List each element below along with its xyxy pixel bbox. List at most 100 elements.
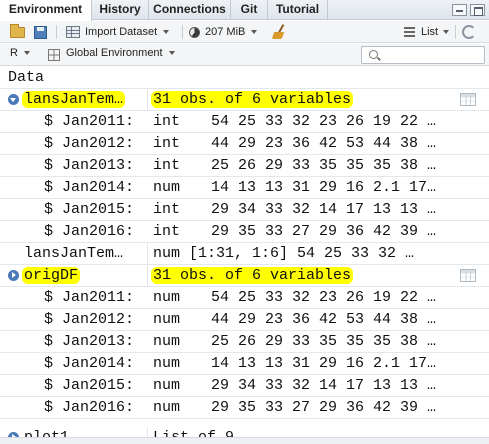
view-data-grid-icon[interactable] xyxy=(460,269,476,282)
import-dataset-button[interactable]: Import Dataset xyxy=(85,21,170,43)
chevron-down-icon xyxy=(23,51,30,55)
horizontal-scrollbar[interactable] xyxy=(0,437,489,444)
memory-usage-icon xyxy=(189,27,200,38)
memory-usage-label: 207 MiB xyxy=(205,26,246,38)
variable-values: 44 29 23 36 42 53 44 38 … xyxy=(211,311,437,328)
open-workspace-icon[interactable] xyxy=(10,24,25,38)
variable-name: $ Jan2014: xyxy=(44,355,135,372)
object-summary-text: 31 obs. of 6 variables xyxy=(151,91,354,108)
variable-row: $ Jan2011: int 54 25 33 32 23 26 19 22 … xyxy=(0,111,489,133)
column-divider xyxy=(147,243,148,265)
variable-row: $ Jan2014: num 14 13 13 31 29 16 2.1 17… xyxy=(0,177,489,199)
variable-type: num xyxy=(153,289,181,306)
chevron-down-icon xyxy=(251,30,258,34)
tab-environment[interactable]: Environment xyxy=(0,0,92,21)
memory-usage-button[interactable]: 207 MiB xyxy=(205,21,258,43)
variable-values: 25 26 29 33 35 35 35 38 … xyxy=(211,157,437,174)
pane-tab-bar: Environment History Connections Git Tuto… xyxy=(0,0,489,21)
column-divider xyxy=(147,265,148,287)
environment-selector-bar: R Global Environment xyxy=(0,44,489,66)
variable-values: 54 25 33 32 23 26 19 22 … xyxy=(211,113,437,130)
maximize-pane-icon[interactable] xyxy=(470,4,485,16)
clear-workspace-broom-icon[interactable] xyxy=(272,24,288,41)
environment-search[interactable] xyxy=(361,46,485,64)
variable-type: num xyxy=(153,355,181,372)
variable-row: $ Jan2016: num 29 35 33 27 29 36 42 39 … xyxy=(0,397,489,419)
save-workspace-icon[interactable] xyxy=(34,26,47,39)
tab-connections[interactable]: Connections xyxy=(149,0,231,20)
collapse-arrow-icon[interactable] xyxy=(8,94,19,105)
object-row-origdf[interactable]: origDF 31 obs. of 6 variables xyxy=(0,265,489,287)
variable-row: $ Jan2012: num 44 29 23 36 42 53 44 38 … xyxy=(0,309,489,331)
object-summary: num [1:31, 1:6] 54 25 33 32 … xyxy=(153,245,415,262)
variable-name: $ Jan2013: xyxy=(44,157,135,174)
object-summary: 31 obs. of 6 variables xyxy=(151,89,354,111)
variable-type: int xyxy=(153,135,181,152)
environment-label: Global Environment xyxy=(66,47,163,59)
section-header-data: Data xyxy=(0,67,489,89)
search-input[interactable] xyxy=(382,48,480,62)
variable-row: $ Jan2015: num 29 34 33 32 14 17 13 13 … xyxy=(0,375,489,397)
variable-type: num xyxy=(153,333,181,350)
chevron-down-icon xyxy=(443,30,450,34)
variable-row: $ Jan2014: num 14 13 13 31 29 16 2.1 17… xyxy=(0,353,489,375)
variable-row: $ Jan2012: int 44 29 23 36 42 53 44 38 … xyxy=(0,133,489,155)
view-mode-label: List xyxy=(421,26,439,38)
object-name: origDF xyxy=(22,265,81,287)
environment-dropdown[interactable]: Global Environment xyxy=(66,47,175,59)
object-name: lansJanTem… xyxy=(24,245,124,262)
variable-type: int xyxy=(153,223,181,240)
variable-name: $ Jan2015: xyxy=(44,201,135,218)
variable-values: 14 13 13 31 29 16 2.1 17… xyxy=(211,179,437,196)
toolbar-divider xyxy=(56,25,57,39)
variable-values: 25 26 29 33 35 35 35 38 … xyxy=(211,333,437,350)
tab-tutorial[interactable]: Tutorial xyxy=(268,0,328,20)
variable-type: num xyxy=(153,377,181,394)
variable-values: 54 25 33 32 23 26 19 22 … xyxy=(211,289,437,306)
language-dropdown[interactable]: R xyxy=(10,47,30,59)
variable-row: $ Jan2015: int 29 34 33 32 14 17 13 13 … xyxy=(0,199,489,221)
object-summary-text: 31 obs. of 6 variables xyxy=(151,267,354,284)
import-dataset-icon xyxy=(66,26,80,38)
tab-git[interactable]: Git xyxy=(231,0,268,20)
variable-type: num xyxy=(153,179,181,196)
variable-row: $ Jan2013: int 25 26 29 33 35 35 35 38 … xyxy=(0,155,489,177)
variable-type: int xyxy=(153,201,181,218)
list-view-icon xyxy=(404,27,415,37)
variable-name: $ Jan2013: xyxy=(44,333,135,350)
search-icon xyxy=(369,50,378,59)
variable-type: int xyxy=(153,113,181,130)
environment-object-list: Data lansJanTem… 31 obs. of 6 variables … xyxy=(0,67,489,444)
variable-values: 29 34 33 32 14 17 13 13 … xyxy=(211,201,437,218)
tab-history[interactable]: History xyxy=(92,0,149,20)
view-mode-dropdown[interactable]: List xyxy=(421,21,450,43)
chevron-down-icon xyxy=(168,51,175,55)
minimize-pane-icon[interactable] xyxy=(452,4,467,16)
section-title: Data xyxy=(8,69,45,86)
variable-name: $ Jan2014: xyxy=(44,179,135,196)
variable-name: $ Jan2011: xyxy=(44,113,135,130)
variable-name: $ Jan2011: xyxy=(44,289,135,306)
variable-name: $ Jan2016: xyxy=(44,399,135,416)
variable-name: $ Jan2015: xyxy=(44,377,135,394)
object-name: lansJanTem… xyxy=(22,89,126,111)
object-row-lansjantem-df[interactable]: lansJanTem… 31 obs. of 6 variables xyxy=(0,89,489,111)
toolbar-divider xyxy=(182,25,183,39)
column-divider xyxy=(147,89,148,111)
variable-row: $ Jan2013: num 25 26 29 33 35 35 35 38 … xyxy=(0,331,489,353)
variable-type: num xyxy=(153,399,181,416)
view-data-grid-icon[interactable] xyxy=(460,93,476,106)
environment-toolbar: Import Dataset 207 MiB List xyxy=(0,21,489,43)
variable-name: $ Jan2016: xyxy=(44,223,135,240)
toolbar-divider xyxy=(455,25,456,39)
import-dataset-label: Import Dataset xyxy=(85,26,158,38)
variable-name: $ Jan2012: xyxy=(44,311,135,328)
environment-grid-icon xyxy=(48,49,60,61)
object-row-lansjantem-matrix[interactable]: lansJanTem… num [1:31, 1:6] 54 25 33 32 … xyxy=(0,243,489,265)
variable-name: $ Jan2012: xyxy=(44,135,135,152)
refresh-icon[interactable] xyxy=(462,25,476,39)
variable-values: 29 35 33 27 29 36 42 39 … xyxy=(211,399,437,416)
object-name-text: origDF xyxy=(22,267,81,284)
variable-type: int xyxy=(153,157,181,174)
expand-arrow-icon[interactable] xyxy=(8,270,19,281)
